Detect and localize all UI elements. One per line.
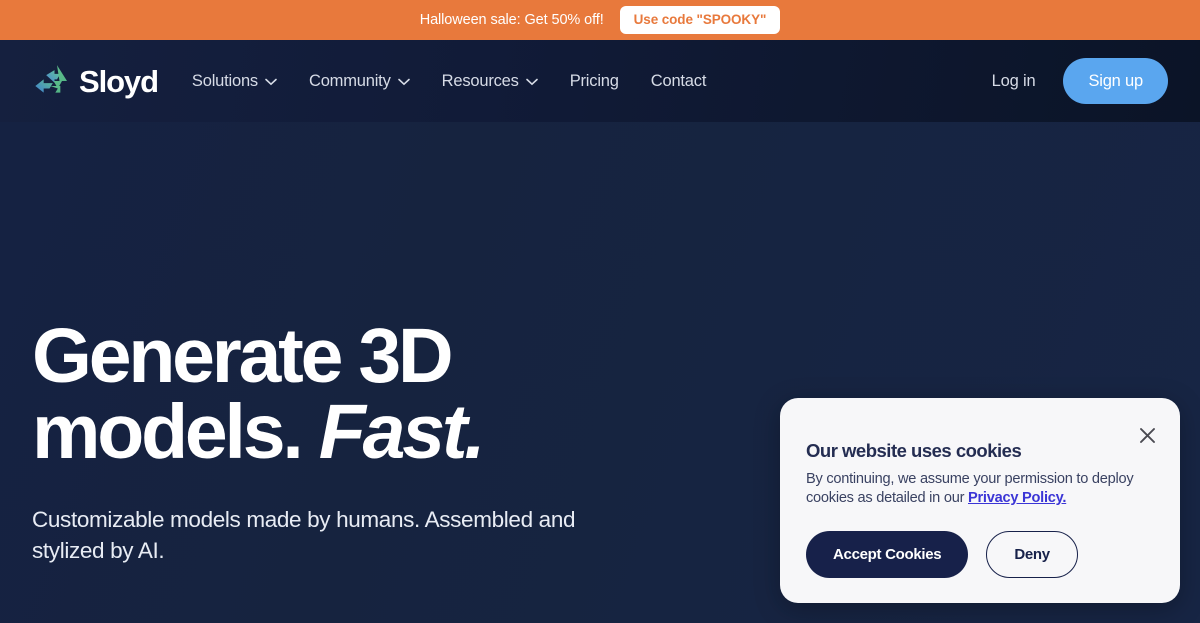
brand-logo-link[interactable]: Sloyd <box>32 61 159 101</box>
promo-code-button[interactable]: Use code "SPOOKY" <box>619 6 781 34</box>
hero-subtitle: Customizable models made by humans. Asse… <box>32 507 576 564</box>
privacy-policy-link[interactable]: Privacy Policy. <box>968 490 1066 506</box>
nav-item-resources[interactable]: Resources <box>442 72 538 91</box>
nav-item-pricing[interactable]: Pricing <box>570 72 619 91</box>
site-header: Sloyd Solutions Community Resources Pric… <box>0 40 1200 122</box>
header-account-actions: Log in Sign up <box>992 58 1168 104</box>
promo-banner: Halloween sale: Get 50% off! Use code "S… <box>0 0 1200 40</box>
chevron-down-icon <box>525 72 538 91</box>
cookie-consent-banner: Our website uses cookies By continuing, … <box>780 398 1180 603</box>
recycle-triangle-logo-icon <box>32 61 72 101</box>
primary-navigation: Solutions Community Resources Pricing Co… <box>192 71 707 91</box>
hero-title-line-2: models. <box>32 389 304 476</box>
hero-content: Generate 3D models. Fast. Customizable m… <box>32 318 652 567</box>
nav-label-pricing: Pricing <box>569 71 619 90</box>
hero-title-line-1: Generate 3D <box>32 313 454 399</box>
promo-message: Halloween sale: Get 50% off! <box>419 12 604 28</box>
deny-cookies-button[interactable]: Deny <box>986 531 1078 579</box>
signup-button[interactable]: Sign up <box>1063 58 1168 104</box>
nav-item-solutions[interactable]: Solutions <box>192 72 277 91</box>
nav-item-contact[interactable]: Contact <box>650 71 707 91</box>
close-icon[interactable] <box>1136 424 1158 446</box>
nav-label-contact: Contact <box>650 71 707 90</box>
login-link[interactable]: Log in <box>992 72 1036 91</box>
hero-title-emphasis: Fast. <box>318 389 486 476</box>
nav-label-community: Community <box>308 71 391 90</box>
cookie-banner-title: Our website uses cookies <box>806 440 1022 461</box>
cookie-banner-body: By continuing, we assume your permission… <box>806 470 1154 507</box>
chevron-down-icon <box>265 72 277 91</box>
nav-label-resources: Resources <box>441 71 519 90</box>
nav-label-solutions: Solutions <box>191 71 258 90</box>
nav-item-community[interactable]: Community <box>309 72 410 91</box>
page-title: Generate 3D models. Fast. <box>32 318 652 471</box>
brand-name: Sloyd <box>79 63 159 99</box>
cookie-banner-actions: Accept Cookies Deny <box>806 531 1154 579</box>
chevron-down-icon <box>397 72 410 91</box>
accept-cookies-button[interactable]: Accept Cookies <box>806 531 969 579</box>
